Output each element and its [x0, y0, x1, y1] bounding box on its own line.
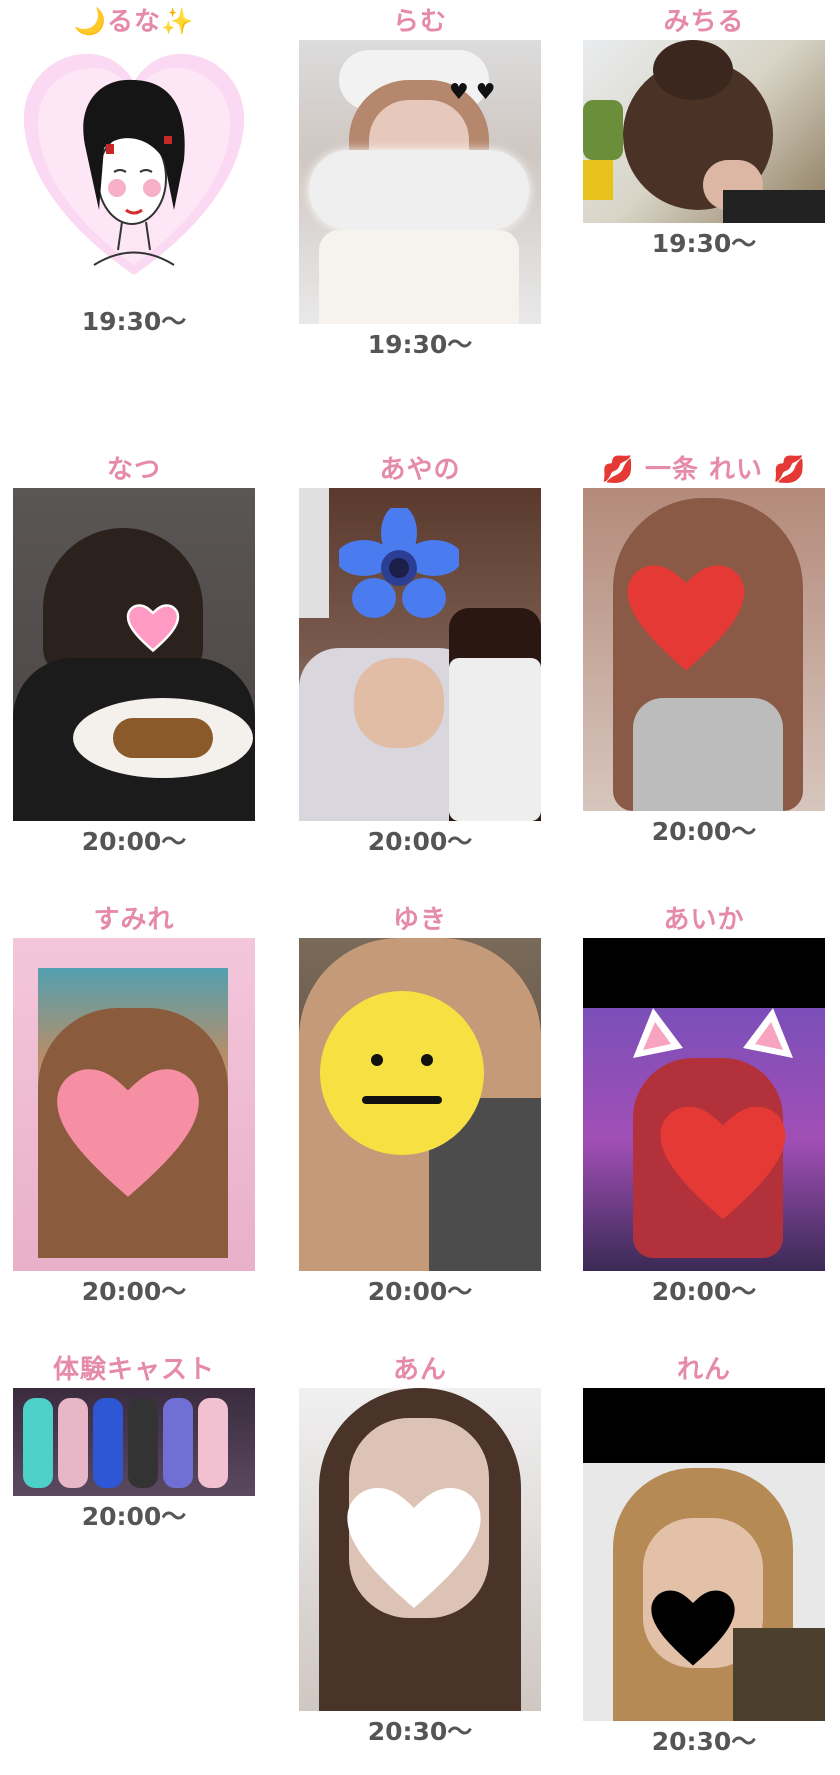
cast-name[interactable]: 体験キャスト — [12, 1352, 256, 1388]
cast-photo[interactable]: ♥ ♥ — [299, 40, 541, 324]
sparkles-icon: ✨ — [161, 7, 195, 37]
lips-icon: 💋 — [773, 455, 807, 485]
cast-photo[interactable] — [13, 938, 255, 1271]
cast-name[interactable]: ゆき — [298, 902, 542, 938]
cast-name[interactable]: みちる — [582, 4, 826, 40]
cast-time: 20:30〜 — [651, 1727, 757, 1756]
cast-time: 19:30〜 — [651, 229, 757, 258]
lips-icon: 💋 — [601, 455, 635, 485]
cast-card[interactable]: なつ 20:00〜 — [12, 452, 256, 859]
cast-photo[interactable] — [299, 1388, 541, 1711]
cast-time: 20:30〜 — [367, 1717, 473, 1746]
cast-photo[interactable] — [583, 488, 825, 811]
blue-flower-icon — [336, 505, 462, 628]
illustrated-woman-avatar — [23, 53, 245, 275]
cast-time: 20:00〜 — [651, 1277, 757, 1306]
cast-photo[interactable] — [13, 1388, 255, 1496]
cast-time: 20:00〜 — [81, 1277, 187, 1306]
cast-photo[interactable] — [583, 938, 825, 1271]
cast-name[interactable]: あやの — [298, 452, 542, 488]
cast-card[interactable]: あやの 20:00〜 — [298, 452, 542, 859]
cast-photo[interactable] — [14, 40, 254, 285]
cast-time: 19:30〜 — [367, 330, 473, 359]
cast-time: 20:00〜 — [651, 817, 757, 846]
heart-sticker-icon — [38, 1048, 218, 1218]
heart-sticker-icon — [638, 1088, 808, 1238]
cast-card[interactable]: 💋 一条 れい 💋 20:00〜 — [582, 452, 826, 849]
cast-time: 19:30〜 — [81, 307, 187, 336]
neutral-face-sticker-icon — [317, 988, 487, 1158]
cast-photo[interactable] — [583, 1388, 825, 1721]
cast-name[interactable]: らむ — [298, 4, 542, 40]
cast-card[interactable]: あん 20:30〜 — [298, 1352, 542, 1749]
cast-name[interactable]: 🌙るな✨ — [12, 4, 256, 40]
cast-name[interactable]: あん — [298, 1352, 542, 1388]
cast-card[interactable]: あいか 20:00〜 — [582, 902, 826, 1309]
cast-card[interactable]: みちる 19:30〜 — [582, 4, 826, 261]
moon-icon: 🌙 — [73, 7, 107, 37]
cast-name[interactable]: れん — [582, 1352, 826, 1388]
heart-sticker-icon — [324, 1468, 504, 1628]
cast-card[interactable]: 体験キャスト 20:00〜 — [12, 1352, 256, 1534]
cast-card[interactable]: らむ ♥ ♥ 19:30〜 — [298, 4, 542, 362]
cast-name[interactable]: なつ — [12, 452, 256, 488]
cast-time: 20:00〜 — [81, 1502, 187, 1531]
cast-card[interactable]: 🌙るな✨ 19:30〜 — [12, 4, 256, 339]
cast-card[interactable]: れん 20:30〜 — [582, 1352, 826, 1759]
cast-time: 20:00〜 — [367, 827, 473, 856]
cast-name[interactable]: あいか — [582, 902, 826, 938]
cast-card[interactable]: ゆき 20:00〜 — [298, 902, 542, 1309]
cast-card[interactable]: すみれ 20:00〜 — [12, 902, 256, 1309]
cast-photo[interactable] — [13, 488, 255, 821]
heart-sticker-icon — [638, 1578, 748, 1678]
cast-photo[interactable] — [583, 40, 825, 223]
heart-sticker-icon — [611, 548, 761, 688]
cat-ears-icon — [633, 1008, 793, 1068]
cast-time: 20:00〜 — [81, 827, 187, 856]
cast-photo[interactable] — [299, 488, 541, 821]
cast-time: 20:00〜 — [367, 1277, 473, 1306]
cast-photo[interactable] — [299, 938, 541, 1271]
cast-name[interactable]: すみれ — [12, 902, 256, 938]
cast-name[interactable]: 💋 一条 れい 💋 — [582, 452, 826, 488]
heart-sticker-icon — [123, 598, 183, 658]
